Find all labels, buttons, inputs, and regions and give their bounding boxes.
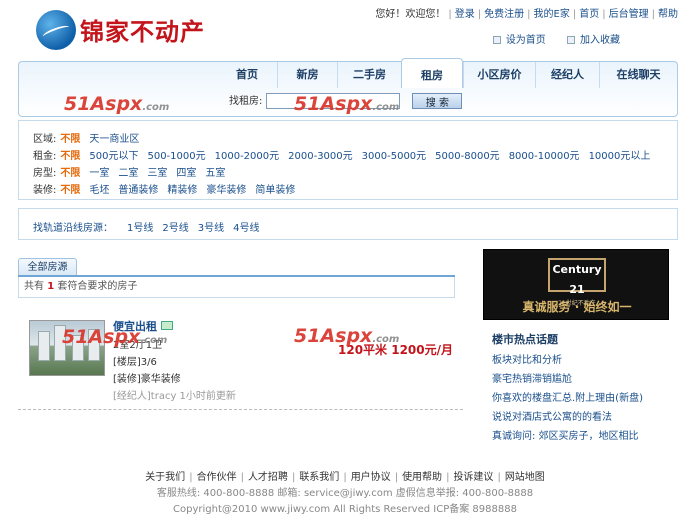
filter-option[interactable]: 5000-8000元 — [435, 151, 500, 162]
hot-topic-link[interactable]: 豪宅热销滞销尴尬 — [492, 370, 572, 385]
filter-option[interactable]: 500元以下 — [89, 151, 138, 162]
quick-links: 设为首页 加入收藏 — [475, 31, 620, 46]
hot-topic-link[interactable]: 说说对酒店式公寓的的看法 — [492, 408, 612, 423]
footer-link[interactable]: 联系我们 — [299, 472, 339, 483]
count-value: 1 — [47, 281, 55, 292]
search-button[interactable]: 搜 索 — [412, 93, 463, 109]
filter-panel: 区域: 不限 天一商业区 租金: 不限 500元以下 500-1000元 1000-2000… — [18, 120, 678, 200]
filter-type: 房型: 不限 一室 二室 三室 四室 五室 — [33, 168, 226, 179]
filter-option[interactable]: 3000-5000元 — [362, 151, 427, 162]
tab-all-listings[interactable]: 全部房源 — [18, 258, 77, 275]
home-link[interactable]: 首页 — [579, 9, 599, 20]
watermark-logo: 51Aspx.com — [62, 326, 168, 348]
metro-line-link[interactable]: 3号线 — [198, 223, 224, 234]
footer-link[interactable]: 关于我们 — [145, 472, 185, 483]
tab-rent[interactable]: 租房 — [401, 58, 463, 88]
filter-option[interactable]: 2000-3000元 — [288, 151, 353, 162]
filter-region: 区域: 不限 天一商业区 — [33, 134, 140, 145]
tab-home[interactable]: 首页 — [217, 62, 277, 88]
footer-link[interactable]: 人才招聘 — [248, 472, 288, 483]
footer-link[interactable]: 使用帮助 — [402, 472, 442, 483]
tab-second-hand[interactable]: 二手房 — [337, 62, 401, 88]
search-label: 找租房: — [229, 96, 263, 107]
metro-label: 找轨道沿线房源： — [33, 223, 113, 234]
hot-topics-title: 楼市热点话题 — [492, 333, 558, 346]
watermark-logo: 51Aspx.com — [294, 93, 400, 115]
my-account-link[interactable]: 我的E家 — [534, 9, 570, 20]
footer-link[interactable]: 用户协议 — [351, 472, 391, 483]
tab-agents[interactable]: 经纪人 — [535, 62, 599, 88]
watermark-logo: 51Aspx.com — [294, 325, 400, 347]
filter-option[interactable]: 一室 — [89, 168, 109, 179]
add-favorite-link[interactable]: 加入收藏 — [580, 35, 620, 46]
login-link[interactable]: 登录 — [455, 9, 475, 20]
filter-option[interactable]: 毛坯 — [89, 185, 109, 196]
filter-option[interactable]: 精装修 — [167, 185, 197, 196]
footer-link[interactable]: 网站地图 — [505, 472, 545, 483]
help-link[interactable]: 帮助 — [658, 9, 678, 20]
tab-new-homes[interactable]: 新房 — [277, 62, 337, 88]
hot-topic-link[interactable]: 板块对比和分析 — [492, 351, 562, 366]
filter-option[interactable]: 500-1000元 — [147, 151, 205, 162]
tab-chat[interactable]: 在线聊天 — [599, 62, 677, 88]
filter-option[interactable]: 简单装修 — [255, 185, 295, 196]
filter-option[interactable]: 豪华装修 — [206, 185, 246, 196]
greeting-text: 您好！欢迎您！ — [375, 9, 446, 20]
filter-option[interactable]: 二室 — [118, 168, 138, 179]
filter-option[interactable]: 五室 — [205, 168, 225, 179]
listing-agent[interactable]: [经纪人]tracy 1小时前更新 — [113, 387, 236, 402]
filter-option[interactable]: 8000-10000元 — [509, 151, 580, 162]
filter-rent: 租金: 不限 500元以下 500-1000元 1000-2000元 2000-3000元… — [33, 151, 651, 162]
footer-links: 关于我们 | 合作伙伴 | 人才招聘 | 联系我们 | 用户协议 | 使用帮助 | 投诉建议 | 网站地图 — [145, 472, 545, 483]
footer-link[interactable]: 投诉建议 — [453, 472, 493, 483]
admin-link[interactable]: 后台管理 — [609, 9, 649, 20]
hot-topic-link[interactable]: 你喜欢的楼盘汇总.附上理由(新盘) — [492, 389, 643, 404]
filter-selected[interactable]: 不限 — [60, 185, 80, 196]
listing-decor: [装修]豪华装修 — [113, 374, 181, 385]
filter-decor: 装修: 不限 毛坯 普通装修 精装修 豪华装修 简单装修 — [33, 185, 296, 196]
filter-selected[interactable]: 不限 — [60, 168, 80, 179]
result-count: 共有 1 套符合要求的房子 — [18, 277, 455, 298]
metro-line-link[interactable]: 2号线 — [162, 223, 188, 234]
ad-banner[interactable]: Century 21 21世纪不动产 真诚服务 · 始终如一 — [483, 249, 669, 320]
filter-option[interactable]: 10000元以上 — [589, 151, 651, 162]
footer-link[interactable]: 合作伙伴 — [197, 472, 237, 483]
filter-option[interactable]: 普通装修 — [118, 185, 158, 196]
filter-option[interactable]: 三室 — [147, 168, 167, 179]
filter-option[interactable]: 1000-2000元 — [215, 151, 280, 162]
watermark-logo: 51Aspx.com — [64, 93, 170, 115]
listing-floor: [楼层]3/6 — [113, 357, 157, 368]
hot-topic-link[interactable]: 真诚询问: 郊区买房子，地区相比 — [492, 427, 639, 442]
filter-option[interactable]: 四室 — [176, 168, 196, 179]
metro-line-link[interactable]: 4号线 — [233, 223, 259, 234]
bookmark-icon — [567, 36, 575, 44]
top-nav: 您好！欢迎您！ | 登录 | 免费注册 | 我的E家 | 首页 | 后台管理 | 帮助 — [375, 9, 678, 20]
filter-selected[interactable]: 不限 — [60, 134, 80, 145]
tab-prices[interactable]: 小区房价 — [463, 62, 535, 88]
register-link[interactable]: 免费注册 — [484, 9, 524, 20]
site-logo[interactable]: 锦家不动产 — [80, 12, 205, 47]
filter-selected[interactable]: 不限 — [60, 151, 80, 162]
set-homepage-link[interactable]: 设为首页 — [506, 35, 546, 46]
footer-copyright: Copyright@2010 www.jiwy.com All Rights R… — [173, 504, 517, 515]
century21-logo: Century 21 21世纪不动产 — [548, 258, 606, 307]
metro-line-link[interactable]: 1号线 — [127, 223, 153, 234]
filter-option[interactable]: 天一商业区 — [89, 134, 139, 145]
footer-contact: 客服热线: 400-800-8888 邮箱: service@jiwy.com … — [156, 488, 534, 499]
divider — [18, 409, 463, 410]
ad-slogan: 真诚服务 · 始终如一 — [522, 300, 632, 314]
logo-globe-icon — [36, 10, 76, 50]
metro-filter: 找轨道沿线房源： 1号线 2号线 3号线 4号线 — [18, 208, 678, 240]
homepage-icon — [492, 36, 501, 44]
